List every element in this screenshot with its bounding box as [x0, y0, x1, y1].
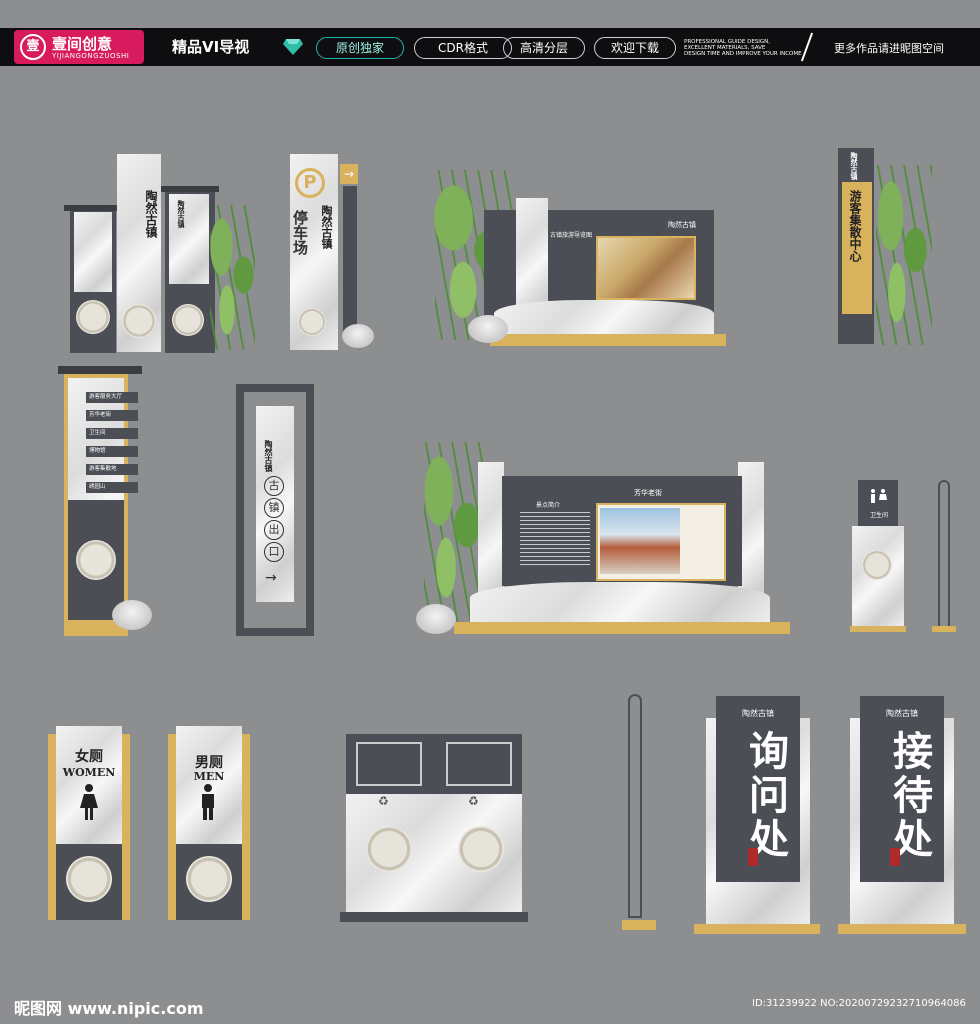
carved-medallion [366, 826, 412, 872]
toilet-sign-label: 卫生间 [870, 512, 889, 519]
sign-pole [938, 480, 950, 628]
map-board-brand: 陶然古镇 [668, 221, 696, 229]
intro-board-heading: 景点简介 [536, 502, 561, 509]
stone-decoration [468, 315, 508, 343]
reception-label: 接待处 [886, 730, 933, 862]
intro-text-block [520, 512, 590, 566]
brand-pinyin: YIJIANGONGZUOSHI [52, 52, 130, 60]
english-tagline: PROFESSIONAL GUIDE DESIGN, EXCELLENT MAT… [684, 39, 814, 57]
diamond-icon [283, 39, 303, 55]
tourist-center-label: 游客集散中心 [848, 190, 862, 262]
sign-subtitle: 陶然古镇 [177, 200, 186, 228]
parking-brand: 陶然古镇 [320, 205, 333, 249]
stone-decoration [342, 324, 374, 348]
sign-base [838, 924, 966, 934]
sign-base [850, 626, 906, 632]
tourist-center-brand: 陶然古镇 [850, 152, 859, 180]
ornament-window [66, 856, 112, 902]
direction-row: 博物馆 [86, 446, 138, 457]
exit-char: 出 [264, 520, 284, 540]
sign-base [694, 924, 820, 934]
pill-download[interactable]: 欢迎下载 [594, 37, 676, 59]
sign-title-vertical: 陶然古镇 [144, 190, 158, 238]
bin-opening [446, 742, 512, 786]
bamboo-leaves [205, 205, 260, 345]
inquiry-label: 询问处 [742, 730, 789, 862]
map-board-title: 古镇旅游导览图 [550, 232, 593, 239]
recycle-icon: ♻ [468, 794, 479, 808]
recycle-icon: ♻ [378, 794, 389, 808]
ornament-window [76, 300, 110, 334]
intro-board-title: 芳华老街 [634, 489, 662, 497]
tourist-map-image [596, 236, 696, 300]
direction-row: 绣园山 [86, 482, 138, 493]
intro-photo [600, 508, 680, 574]
exit-char: 镇 [264, 498, 284, 518]
reception-brand: 陶然古镇 [886, 709, 918, 718]
men-cn-label: 男厕 [195, 755, 223, 771]
carved-medallion [862, 550, 892, 580]
exit-arrow-icon: → [265, 570, 277, 586]
sign-cap [64, 205, 122, 211]
carved-medallion [458, 826, 504, 872]
parking-icon: P [295, 168, 325, 198]
direction-row: 游客服务大厅 [86, 392, 138, 403]
brand-logo-icon: 壹 [20, 34, 46, 60]
sign-base [490, 334, 726, 346]
women-en-label: WOMEN [62, 766, 116, 779]
women-cn-label: 女厕 [75, 749, 103, 765]
exit-char: 古 [264, 476, 284, 496]
direction-row: 游客集散地 [86, 464, 138, 475]
sign-cap [58, 366, 142, 374]
site-watermark: 昵图网 www.nipic.com [14, 999, 204, 1018]
exit-sign-brand: 陶然古镇 [264, 440, 274, 472]
sign-marble-face [74, 212, 112, 292]
inquiry-brand: 陶然古镇 [742, 709, 774, 718]
sign-base [932, 626, 956, 632]
ornament-window [76, 540, 116, 580]
restroom-icon [871, 489, 887, 503]
pill-original[interactable]: 原创独家 [316, 37, 404, 59]
carved-medallion [122, 304, 156, 338]
sign-pole [628, 694, 642, 918]
mountain-relief [494, 300, 714, 334]
sign-base [622, 920, 656, 930]
sign-base [454, 622, 790, 634]
parking-arrow-icon: → [340, 164, 358, 184]
mountain-relief [470, 582, 770, 622]
pill-hd-layers[interactable]: 高清分层 [503, 37, 585, 59]
tagline-line: DESIGN TIME AND IMPROVE YOUR INCOME [684, 51, 802, 57]
men-en-label: MEN [193, 770, 225, 783]
more-works-link[interactable]: 更多作品请进昵图空间 [834, 40, 944, 56]
brand-name: 壹间创意 [52, 35, 113, 53]
exit-char: 口 [264, 542, 284, 562]
ornament-window [186, 856, 232, 902]
parking-post [343, 186, 357, 336]
stone-decoration [416, 604, 456, 634]
image-id: ID:31239922 NO:20200729232710964086 [752, 998, 966, 1009]
bin-opening [356, 742, 422, 786]
seal-stamp [748, 848, 758, 866]
man-icon [202, 784, 214, 820]
bin-base [340, 912, 528, 922]
sign-cap [161, 186, 219, 192]
seal-stamp [890, 848, 900, 866]
sign-marble-face [169, 194, 209, 284]
woman-icon [80, 784, 98, 820]
bamboo-leaves [872, 165, 934, 335]
pill-cdr[interactable]: CDR格式 [414, 37, 512, 59]
direction-row: 卫生间 [86, 428, 138, 439]
carved-medallion [298, 308, 326, 336]
direction-row: 芳华老街 [86, 410, 138, 421]
stone-decoration [112, 600, 152, 630]
ornament-window [172, 304, 204, 336]
parking-label: 停车场 [291, 210, 309, 255]
vi-title: 精品VI导视 [172, 38, 250, 56]
